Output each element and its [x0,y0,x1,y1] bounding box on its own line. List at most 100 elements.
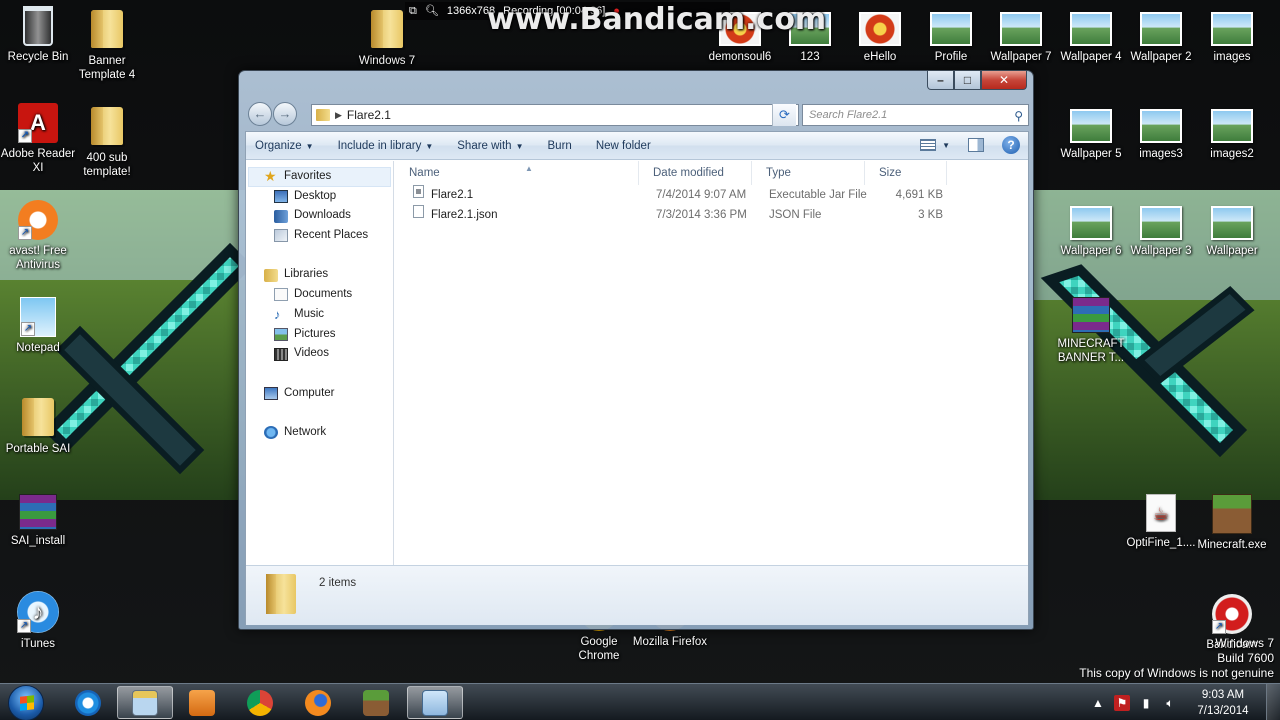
file-date-modified: 7/4/2014 9:07 AM [656,189,747,201]
refresh-button[interactable]: ⟳ [772,104,796,126]
burn-button[interactable]: Burn [548,140,572,152]
desktop-icon-recycle-bin[interactable]: Recycle Bin [0,6,76,64]
desktop-icon-optifine[interactable]: ☕ OptiFine_1.... [1123,494,1199,550]
desktop-icon-wallpaper-7[interactable]: Wallpaper 7 [983,6,1059,64]
itunes-icon: ♪ [17,591,59,633]
help-icon[interactable]: ? [1002,136,1020,154]
volume-icon[interactable]: 🔈︎ [1162,695,1178,711]
chrome-icon [247,689,273,716]
minimize-button[interactable]: – [927,71,954,90]
desktop-icon-ehello[interactable]: eHello [842,6,918,64]
desktop-icon-itunes[interactable]: ♪ iTunes [0,591,76,651]
command-bar: Organize ▼ Include in library ▼ Share with… [246,132,1028,160]
desktop-icon-banner-template-4[interactable]: Banner Template 4 [69,6,145,82]
column-header-size[interactable]: Size [865,161,947,185]
address-folder-label[interactable]: Flare2.1 [347,108,391,122]
network-icon[interactable]: ▮ [1138,695,1154,711]
desktop-icon-wallpaper-2[interactable]: Wallpaper 2 [1123,6,1199,64]
search-input[interactable]: Search Flare2.1 ⚲ [802,104,1029,126]
desktop-icon-images3[interactable]: images3 [1123,103,1199,161]
nav-item-documents[interactable]: Documents [246,285,393,305]
nav-item-downloads[interactable]: Downloads [246,206,393,226]
change-view-button[interactable]: ▼ [920,139,950,151]
include-in-library-menu[interactable]: Include in library ▼ [338,140,434,152]
nav-item-libraries[interactable]: Libraries [246,265,393,285]
image-icon [859,12,901,46]
clock-date: 7/13/2014 [1197,704,1249,717]
desktop-icon-adobe-reader[interactable]: A Adobe Reader XI [0,103,76,175]
file-row-flare-jar[interactable]: Flare2.1 7/4/2014 9:07 AM Executable Jar… [395,185,1030,205]
preview-pane-icon[interactable] [968,138,984,152]
desktop-icon-wallpaper-3[interactable]: Wallpaper 3 [1123,200,1199,258]
computer-icon [264,386,278,400]
organize-menu[interactable]: Organize ▼ [255,140,314,152]
column-header-name[interactable]: Name ▲ [395,161,639,185]
column-header-date-modified[interactable]: Date modified [639,161,752,185]
media-center-icon [189,689,215,716]
image-icon [1070,12,1112,46]
image-icon [1211,109,1253,143]
firefox-icon [305,689,331,716]
share-with-menu[interactable]: Share with ▼ [457,140,523,152]
nav-item-network[interactable]: Network [246,423,393,443]
close-button[interactable]: ✕ [981,71,1027,90]
explorer-content: Organize ▼ Include in library ▼ Share with… [245,131,1029,625]
action-center-flag-icon[interactable]: ⚑ [1114,694,1130,711]
desktop-icon-minecraft-banner[interactable]: MINECRAFT BANNER T... [1053,297,1129,365]
adobe-reader-icon: A [18,103,58,143]
desktop-icon-wallpaper-4[interactable]: Wallpaper 4 [1053,6,1129,64]
nav-item-pictures[interactable]: Pictures [246,325,393,345]
nav-item-music[interactable]: ♪ Music [246,305,393,325]
java-icon: ☕ [1146,494,1176,532]
folder-icon [316,109,330,121]
nav-item-videos[interactable]: Videos [246,344,393,364]
json-file-icon [413,205,424,218]
explorer-window[interactable]: – □ ✕ ← → ▶ Flare2.1 ▼ ⟳ Search Flare2.1… [238,70,1034,630]
nav-item-computer[interactable]: Computer [246,384,393,404]
nav-item-desktop[interactable]: Desktop [246,187,393,207]
desktop-icon-minecraft[interactable]: Minecraft.exe [1194,494,1270,552]
taskbar-mozilla-firefox[interactable] [290,686,346,719]
recent-places-icon [274,229,288,243]
address-bar[interactable]: ▶ Flare2.1 ▼ [311,104,799,126]
taskbar-google-chrome[interactable] [232,686,288,719]
nav-item-favorites[interactable]: ★ Favorites [248,167,391,187]
taskbar-media-center[interactable] [174,686,230,719]
column-headers: Name ▲ Date modified Type Size [395,161,1030,185]
nav-item-recent-places[interactable]: Recent Places [246,226,393,246]
taskbar-bandicam[interactable] [407,686,463,719]
maximize-button[interactable]: □ [954,71,981,90]
taskbar-minecraft[interactable] [348,686,404,719]
item-count: 2 items [319,577,357,589]
desktop-icon-notepad[interactable]: Notepad [0,297,76,355]
desktop-icon-wallpaper-6[interactable]: Wallpaper 6 [1053,200,1129,258]
show-desktop-button[interactable] [1266,684,1280,720]
bandicam-icon [422,689,448,716]
column-header-type[interactable]: Type [752,161,865,185]
back-button[interactable]: ← [248,102,272,126]
taskbar-internet-explorer[interactable] [60,686,116,719]
notepad-icon [20,297,56,337]
search-icon[interactable]: ⚲ [1014,106,1023,126]
desktop-icon-wallpaper[interactable]: Wallpaper [1194,200,1270,258]
desktop-icon-images[interactable]: images [1194,6,1270,64]
desktop-icon-portable-sai[interactable]: Portable SAI [0,394,76,456]
desktop-icon-sai-install[interactable]: SAI_install [0,494,76,548]
details-pane: 2 items [246,565,1028,625]
show-hidden-icons-icon[interactable]: ▲ [1090,695,1106,711]
winrar-icon [19,494,57,530]
network-icon [264,426,278,440]
file-row-flare-json[interactable]: Flare2.1.json 7/3/2014 3:36 PM JSON File… [395,205,1030,225]
new-folder-button[interactable]: New folder [596,140,651,152]
desktop-icon-wallpaper-5[interactable]: Wallpaper 5 [1053,103,1129,161]
desktop-icon-images2[interactable]: images2 [1194,103,1270,161]
desktop-icon-400-sub-template[interactable]: 400 sub template! [69,103,145,179]
recycle-bin-icon [23,6,53,46]
minecraft-icon [363,689,389,716]
desktop-icon-avast[interactable]: avast! Free Antivirus [0,200,76,272]
desktop-icon-profile[interactable]: Profile [913,6,989,64]
start-button[interactable] [8,685,44,720]
forward-button[interactable]: → [273,102,297,126]
clock[interactable]: 9:03 AM 7/13/2014 [1186,687,1260,719]
taskbar-windows-explorer[interactable] [117,686,173,719]
